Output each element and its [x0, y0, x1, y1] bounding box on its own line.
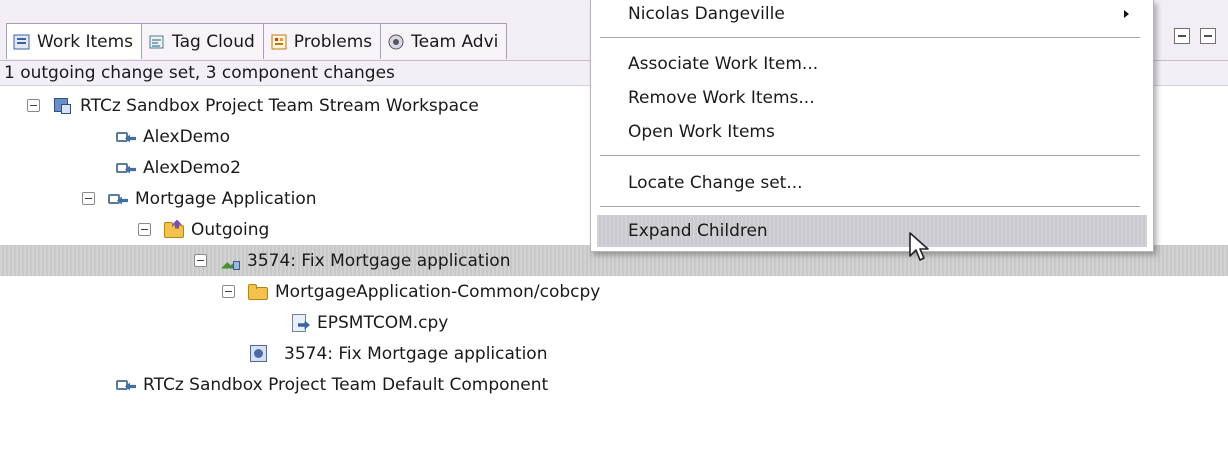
- component-icon: [115, 127, 137, 147]
- tree-row-label: Mortgage Application: [135, 188, 317, 209]
- tab-tag-cloud[interactable]: Tag Cloud: [141, 23, 264, 59]
- outgoing-folder-icon: [163, 219, 185, 240]
- tab-work-items-label: Work Items: [37, 31, 134, 52]
- problems-icon: [270, 33, 288, 51]
- view-tabs: Work Items Tag Cloud Problems Team Advi: [6, 23, 508, 59]
- menu-separator: [600, 206, 1140, 207]
- workspace-icon: [52, 96, 74, 116]
- tree-row-label: RTCz Sandbox Project Team Default Compon…: [143, 374, 549, 395]
- tab-problems-label: Problems: [293, 31, 373, 52]
- menu-item-nicolas-dangeville[interactable]: Nicolas Dangeville: [597, 0, 1147, 30]
- tab-problems[interactable]: Problems: [262, 23, 382, 59]
- collapse-toggle[interactable]: [27, 99, 40, 112]
- tree-row-file[interactable]: EPSMTCOM.cpy: [0, 307, 1228, 338]
- tree-row-label: RTCz Sandbox Project Team Stream Workspa…: [80, 95, 479, 116]
- view-toolbar: [1174, 28, 1216, 44]
- tree-row-label: AlexDemo: [143, 126, 231, 147]
- menu-item-label: Nicolas Dangeville: [628, 4, 785, 24]
- work-items-icon: [13, 33, 31, 51]
- context-menu: Nicolas Dangeville Associate Work Item..…: [590, 0, 1154, 252]
- minimize-view-button[interactable]: [1174, 28, 1190, 44]
- team-advisor-icon: [387, 33, 405, 51]
- tree-row-work-item[interactable]: 3574: Fix Mortgage application: [0, 338, 1228, 369]
- component-icon: [115, 375, 137, 395]
- tab-tag-cloud-label: Tag Cloud: [172, 31, 255, 52]
- menu-separator: [600, 37, 1140, 38]
- tab-work-items[interactable]: Work Items: [6, 23, 143, 59]
- mouse-cursor-icon: [908, 231, 932, 265]
- tree-row-label: MortgageApplication-Common/cobcpy: [275, 281, 601, 302]
- tree-row-label: 3574: Fix Mortgage application: [284, 343, 548, 364]
- submenu-arrow-icon: [1124, 10, 1129, 18]
- menu-item-associate-work-item[interactable]: Associate Work Item...: [597, 48, 1147, 80]
- tree-row-label: Outgoing: [191, 219, 270, 240]
- collapse-toggle[interactable]: [138, 223, 151, 236]
- folder-icon: [247, 282, 269, 302]
- component-icon: [107, 189, 129, 209]
- change-set-icon: [219, 251, 241, 271]
- menu-separator: [600, 155, 1140, 156]
- tab-team-advisor[interactable]: Team Advi: [380, 23, 508, 59]
- tree-row-label: 3574: Fix Mortgage application: [247, 250, 511, 271]
- tree-row-label: AlexDemo2: [143, 157, 241, 178]
- tag-cloud-icon: [148, 33, 166, 51]
- component-icon: [115, 158, 137, 178]
- menu-item-remove-work-items[interactable]: Remove Work Items...: [597, 82, 1147, 114]
- tree-row-folder[interactable]: MortgageApplication-Common/cobcpy: [0, 276, 1228, 307]
- maximize-view-button[interactable]: [1200, 28, 1216, 44]
- collapse-toggle[interactable]: [222, 285, 235, 298]
- menu-item-open-work-items[interactable]: Open Work Items: [597, 116, 1147, 148]
- tree-row-component-default[interactable]: RTCz Sandbox Project Team Default Compon…: [0, 369, 1228, 400]
- tree-row-label: EPSMTCOM.cpy: [317, 312, 449, 333]
- menu-item-locate-change-set[interactable]: Locate Change set...: [597, 167, 1147, 199]
- menu-item-expand-children[interactable]: Expand Children: [597, 215, 1147, 247]
- work-item-icon: [248, 344, 270, 364]
- collapse-toggle[interactable]: [82, 192, 95, 205]
- file-icon: [289, 313, 311, 333]
- collapse-toggle[interactable]: [194, 254, 207, 267]
- tab-team-advisor-label: Team Advi: [411, 31, 499, 52]
